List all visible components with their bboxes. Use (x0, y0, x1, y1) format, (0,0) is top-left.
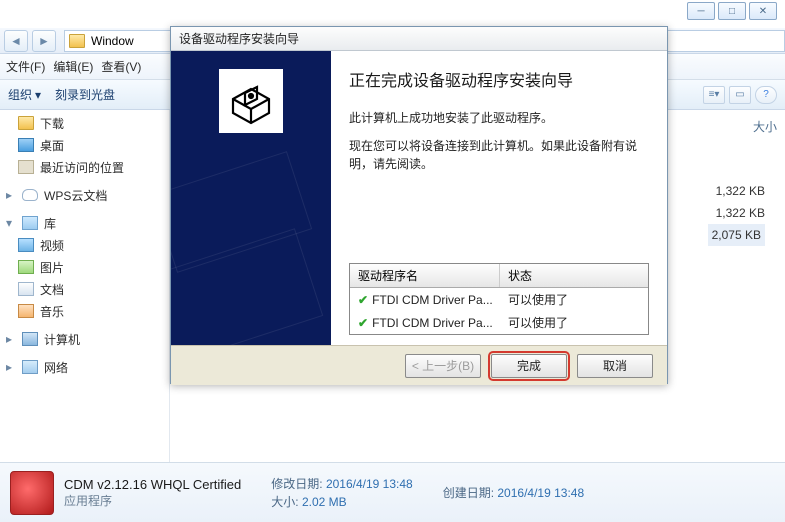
tree-video-label: 视频 (40, 237, 64, 254)
window-controls: ─ □ ✕ (687, 2, 777, 20)
tree-recent-label: 最近访问的位置 (40, 159, 124, 176)
tree-pictures[interactable]: 图片 (0, 256, 169, 278)
toolbar-organize[interactable]: 组织▾ (8, 86, 41, 103)
tree-desktop[interactable]: 桌面 (0, 134, 169, 156)
organize-label: 组织 (8, 86, 32, 103)
tree-downloads-label: 下载 (40, 115, 64, 132)
cancel-button[interactable]: 取消 (577, 354, 653, 378)
details-created-value: 2016/4/19 13:48 (497, 486, 584, 500)
desktop-icon (18, 138, 34, 152)
check-icon: ✔ (358, 293, 368, 307)
menu-view[interactable]: 查看(V) (101, 58, 141, 75)
maximize-button[interactable]: □ (718, 2, 746, 20)
app-icon (10, 471, 54, 515)
tree-music[interactable]: 音乐 (0, 300, 169, 322)
details-filename: CDM v2.12.16 WHQL Certified (64, 477, 241, 492)
tree-desktop-label: 桌面 (40, 137, 64, 154)
tree-computer[interactable]: ▸ 计算机 (0, 328, 169, 350)
details-pane: CDM v2.12.16 WHQL Certified 应用程序 修改日期: 2… (0, 462, 785, 522)
menu-file[interactable]: 文件(F) (6, 58, 45, 75)
wizard-text-1: 此计算机上成功地安装了此驱动程序。 (349, 109, 649, 127)
tree-music-label: 音乐 (40, 303, 64, 320)
chevron-right-icon: ▸ (6, 360, 16, 374)
file-size-value: 1,322 KB (708, 180, 765, 202)
details-created-label: 创建日期: (443, 486, 494, 500)
nav-back-button[interactable]: ◄ (4, 30, 28, 52)
chevron-right-icon: ▸ (6, 332, 16, 346)
wizard-footer: < 上一步(B) 完成 取消 (171, 345, 667, 385)
tree-library-label: 库 (44, 215, 56, 232)
wizard-heading: 正在完成设备驱动程序安装向导 (349, 67, 649, 91)
address-text: Window (91, 34, 134, 48)
details-size-value: 2.02 MB (302, 495, 347, 509)
chevron-down-icon: ▾ (6, 216, 16, 230)
burn-label: 刻录到光盘 (55, 86, 115, 103)
file-size-value: 1,322 KB (708, 202, 765, 224)
col-driver-status[interactable]: 状态 (500, 264, 540, 287)
documents-icon (18, 282, 34, 296)
cloud-icon (22, 189, 38, 201)
tree-computer-label: 计算机 (44, 331, 80, 348)
music-icon (18, 304, 34, 318)
preview-pane-icon[interactable]: ▭ (729, 86, 751, 104)
tree-recent[interactable]: 最近访问的位置 (0, 156, 169, 178)
tree-documents[interactable]: 文档 (0, 278, 169, 300)
minimize-button[interactable]: ─ (687, 2, 715, 20)
folder-icon (18, 116, 34, 130)
driver-row: ✔ FTDI CDM Driver Pa... 可以使用了 (350, 311, 648, 334)
details-mod-label: 修改日期: (271, 477, 322, 491)
folder-icon (69, 34, 85, 48)
nav-forward-button[interactable]: ► (32, 30, 56, 52)
help-icon[interactable]: ? (755, 86, 777, 104)
network-icon (22, 360, 38, 374)
check-icon: ✔ (358, 316, 368, 330)
details-mod-value: 2016/4/19 13:48 (326, 477, 413, 491)
tree-video[interactable]: 视频 (0, 234, 169, 256)
details-size-label: 大小: (271, 495, 298, 509)
tree-library[interactable]: ▾库 (0, 212, 169, 234)
wizard-text-2: 现在您可以将设备连接到此计算机。如果此设备附有说明，请先阅读。 (349, 137, 649, 173)
computer-icon (22, 332, 38, 346)
tree-downloads[interactable]: 下载 (0, 112, 169, 134)
view-mode-icon[interactable]: ≡▾ (703, 86, 725, 104)
nav-tree: 下载 桌面 最近访问的位置 ▸WPS云文档 ▾库 视频 图片 文档 音乐 ▸计算… (0, 110, 170, 462)
toolbar-burn[interactable]: 刻录到光盘 (55, 86, 115, 103)
driver-table-header: 驱动程序名 状态 (350, 264, 648, 288)
close-button[interactable]: ✕ (749, 2, 777, 20)
driver-name-cell: FTDI CDM Driver Pa... (372, 316, 493, 330)
tree-network-label: 网络 (44, 359, 68, 376)
tree-network[interactable]: ▸ 网络 (0, 356, 169, 378)
column-size-header[interactable]: 大小 (753, 118, 777, 135)
driver-status-cell: 可以使用了 (508, 314, 568, 331)
tree-wps[interactable]: ▸ WPS云文档 (0, 184, 169, 206)
driver-status-cell: 可以使用了 (508, 291, 568, 308)
details-filetype: 应用程序 (64, 492, 241, 509)
driver-table: 驱动程序名 状态 ✔ FTDI CDM Driver Pa... 可以使用了 ✔ F… (349, 263, 649, 335)
col-driver-name[interactable]: 驱动程序名 (350, 264, 500, 287)
video-icon (18, 238, 34, 252)
file-size-value: 2,075 KB (708, 224, 765, 246)
tree-documents-label: 文档 (40, 281, 64, 298)
chevron-down-icon: ▾ (35, 88, 41, 102)
driver-row: ✔ FTDI CDM Driver Pa... 可以使用了 (350, 288, 648, 311)
driver-name-cell: FTDI CDM Driver Pa... (372, 293, 493, 307)
file-size-column: 1,322 KB 1,322 KB 2,075 KB (708, 180, 765, 246)
recent-icon (18, 160, 34, 174)
tree-pictures-label: 图片 (40, 259, 64, 276)
chevron-right-icon: ▸ (6, 188, 16, 202)
wizard-titlebar[interactable]: 设备驱动程序安装向导 (171, 27, 667, 51)
wizard-logo-icon (219, 69, 283, 133)
pictures-icon (18, 260, 34, 274)
driver-wizard-dialog: 设备驱动程序安装向导 正在完成设备驱动程序安装向导 此计算机上成功地安装了此驱动… (170, 26, 668, 384)
menu-edit[interactable]: 编辑(E) (53, 58, 93, 75)
wizard-sidebar-graphic (171, 51, 331, 345)
library-icon (22, 216, 38, 230)
tree-wps-label: WPS云文档 (44, 187, 107, 204)
finish-button[interactable]: 完成 (491, 354, 567, 378)
back-button: < 上一步(B) (405, 354, 481, 378)
